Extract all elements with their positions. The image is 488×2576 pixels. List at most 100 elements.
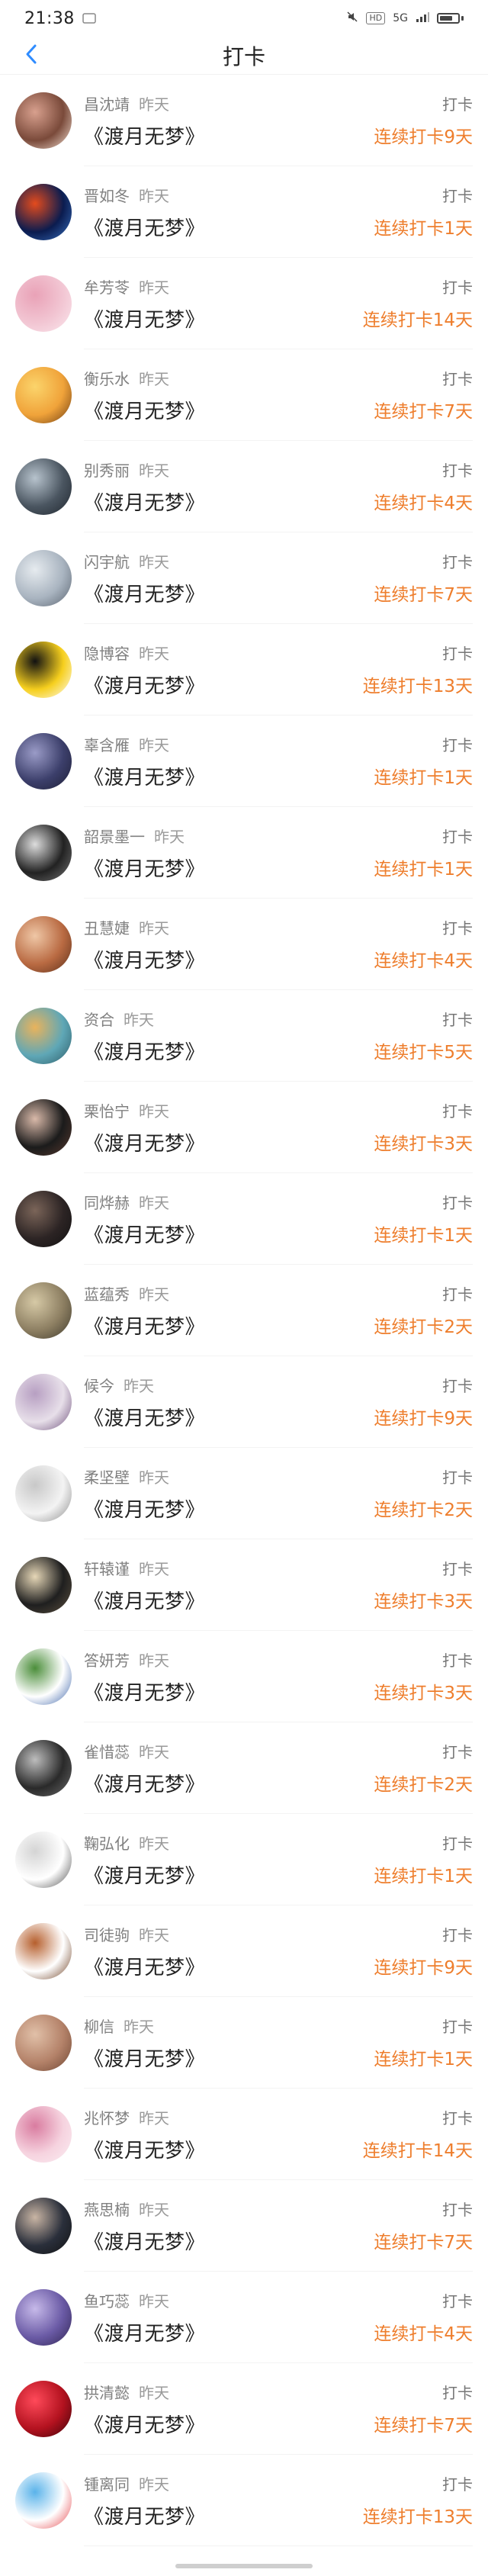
book-title[interactable]: 《渡月无梦》 <box>84 2135 363 2163</box>
user-name[interactable]: 鞠弘化 <box>84 1832 130 1854</box>
list-item[interactable]: 轩辕谨 昨天 《渡月无梦》 打卡 连续打卡3天 <box>0 1539 488 1631</box>
avatar[interactable] <box>15 275 72 332</box>
user-name[interactable]: 闪宇航 <box>84 550 130 572</box>
book-title[interactable]: 《渡月无梦》 <box>84 2318 374 2346</box>
list-item[interactable]: 栗怡宁 昨天 《渡月无梦》 打卡 连续打卡3天 <box>0 1082 488 1173</box>
list-item[interactable]: 柳信 昨天 《渡月无梦》 打卡 连续打卡1天 <box>0 1997 488 2089</box>
avatar[interactable] <box>15 916 72 973</box>
user-name[interactable]: 鱼巧蕊 <box>84 2289 130 2311</box>
book-title[interactable]: 《渡月无梦》 <box>84 1677 374 1706</box>
book-title[interactable]: 《渡月无梦》 <box>84 1128 374 1156</box>
list-item[interactable]: 隐博容 昨天 《渡月无梦》 打卡 连续打卡13天 <box>0 624 488 716</box>
avatar[interactable] <box>15 2198 72 2254</box>
avatar[interactable] <box>15 1374 72 1430</box>
list-item[interactable]: 蓝蕴秀 昨天 《渡月无梦》 打卡 连续打卡2天 <box>0 1265 488 1356</box>
avatar[interactable] <box>15 92 72 149</box>
avatar[interactable] <box>15 2015 72 2071</box>
avatar[interactable] <box>15 1465 72 1522</box>
avatar[interactable] <box>15 2381 72 2437</box>
book-title[interactable]: 《渡月无梦》 <box>84 1952 374 1980</box>
avatar[interactable] <box>15 1832 72 1888</box>
avatar[interactable] <box>15 550 72 606</box>
user-name[interactable]: 锺离同 <box>84 2472 130 2494</box>
book-title[interactable]: 《渡月无梦》 <box>84 1769 374 1797</box>
list-item[interactable]: 鱼巧蕊 昨天 《渡月无梦》 打卡 连续打卡4天 <box>0 2272 488 2363</box>
user-name[interactable]: 衡乐水 <box>84 367 130 389</box>
list-item[interactable]: 昌沈靖 昨天 《渡月无梦》 打卡 连续打卡9天 <box>0 75 488 166</box>
list-item[interactable]: 候今 昨天 《渡月无梦》 打卡 连续打卡9天 <box>0 1356 488 1448</box>
list-item[interactable]: 柔坚壁 昨天 《渡月无梦》 打卡 连续打卡2天 <box>0 1448 488 1539</box>
avatar[interactable] <box>15 1191 72 1247</box>
avatar[interactable] <box>15 184 72 240</box>
avatar[interactable] <box>15 1648 72 1705</box>
avatar[interactable] <box>15 367 72 423</box>
user-name[interactable]: 同烨赫 <box>84 1191 130 1213</box>
list-item[interactable]: 锺离同 昨天 《渡月无梦》 打卡 连续打卡13天 <box>0 2455 488 2546</box>
user-name[interactable]: 牟芳苓 <box>84 275 130 297</box>
user-name[interactable]: 轩辕谨 <box>84 1557 130 1579</box>
book-title[interactable]: 《渡月无梦》 <box>84 487 374 516</box>
avatar[interactable] <box>15 1282 72 1339</box>
book-title[interactable]: 《渡月无梦》 <box>84 1220 374 1248</box>
list-item[interactable]: 辜含雁 昨天 《渡月无梦》 打卡 连续打卡1天 <box>0 716 488 807</box>
list-item[interactable]: 晋如冬 昨天 《渡月无梦》 打卡 连续打卡1天 <box>0 166 488 258</box>
book-title[interactable]: 《渡月无梦》 <box>84 1403 374 1431</box>
back-button[interactable] <box>12 37 50 75</box>
avatar[interactable] <box>15 1740 72 1796</box>
book-title[interactable]: 《渡月无梦》 <box>84 2227 374 2255</box>
user-name[interactable]: 司徒驹 <box>84 1923 130 1945</box>
book-title[interactable]: 《渡月无梦》 <box>84 1311 374 1339</box>
user-name[interactable]: 柔坚壁 <box>84 1465 130 1487</box>
user-name[interactable]: 柳信 <box>84 2015 114 2037</box>
user-name[interactable]: 晋如冬 <box>84 184 130 206</box>
avatar[interactable] <box>15 1099 72 1156</box>
book-title[interactable]: 《渡月无梦》 <box>84 304 363 333</box>
user-name[interactable]: 蓝蕴秀 <box>84 1282 130 1304</box>
book-title[interactable]: 《渡月无梦》 <box>84 671 363 699</box>
list-item[interactable]: 韶景墨一 昨天 《渡月无梦》 打卡 连续打卡1天 <box>0 807 488 899</box>
user-name[interactable]: 辜含雁 <box>84 733 130 755</box>
list-item[interactable]: 答妍芳 昨天 《渡月无梦》 打卡 连续打卡3天 <box>0 1631 488 1722</box>
book-title[interactable]: 《渡月无梦》 <box>84 1586 374 1614</box>
book-title[interactable]: 《渡月无梦》 <box>84 1494 374 1523</box>
book-title[interactable]: 《渡月无梦》 <box>84 2501 363 2529</box>
list-item[interactable]: 鞠弘化 昨天 《渡月无梦》 打卡 连续打卡1天 <box>0 1814 488 1905</box>
book-title[interactable]: 《渡月无梦》 <box>84 854 374 882</box>
book-title[interactable]: 《渡月无梦》 <box>84 579 374 607</box>
user-name[interactable]: 隐博容 <box>84 642 130 664</box>
avatar[interactable] <box>15 1923 72 1979</box>
user-name[interactable]: 答妍芳 <box>84 1648 130 1671</box>
list-item[interactable]: 兆怀梦 昨天 《渡月无梦》 打卡 连续打卡14天 <box>0 2089 488 2180</box>
book-title[interactable]: 《渡月无梦》 <box>84 121 374 150</box>
book-title[interactable]: 《渡月无梦》 <box>84 762 374 790</box>
list-item[interactable]: 丑慧婕 昨天 《渡月无梦》 打卡 连续打卡4天 <box>0 899 488 990</box>
avatar[interactable] <box>15 825 72 881</box>
list-item[interactable]: 燕思楠 昨天 《渡月无梦》 打卡 连续打卡7天 <box>0 2180 488 2272</box>
user-name[interactable]: 兆怀梦 <box>84 2106 130 2128</box>
avatar[interactable] <box>15 1008 72 1064</box>
book-title[interactable]: 《渡月无梦》 <box>84 945 374 973</box>
user-name[interactable]: 拱清懿 <box>84 2381 130 2403</box>
user-name[interactable]: 候今 <box>84 1374 114 1396</box>
user-name[interactable]: 燕思楠 <box>84 2198 130 2220</box>
book-title[interactable]: 《渡月无梦》 <box>84 2044 374 2072</box>
book-title[interactable]: 《渡月无梦》 <box>84 396 374 424</box>
book-title[interactable]: 《渡月无梦》 <box>84 213 374 241</box>
user-name[interactable]: 栗怡宁 <box>84 1099 130 1121</box>
avatar[interactable] <box>15 642 72 698</box>
book-title[interactable]: 《渡月无梦》 <box>84 1860 374 1889</box>
book-title[interactable]: 《渡月无梦》 <box>84 2410 374 2438</box>
avatar[interactable] <box>15 2472 72 2529</box>
list-item[interactable]: 闪宇航 昨天 《渡月无梦》 打卡 连续打卡7天 <box>0 532 488 624</box>
user-name[interactable]: 雀惜蕊 <box>84 1740 130 1762</box>
list-item[interactable]: 衡乐水 昨天 《渡月无梦》 打卡 连续打卡7天 <box>0 349 488 441</box>
list-item[interactable]: 司徒驹 昨天 《渡月无梦》 打卡 连续打卡9天 <box>0 1905 488 1997</box>
list-item[interactable]: 同烨赫 昨天 《渡月无梦》 打卡 连续打卡1天 <box>0 1173 488 1265</box>
book-title[interactable]: 《渡月无梦》 <box>84 1037 374 1065</box>
list-item[interactable]: 雀惜蕊 昨天 《渡月无梦》 打卡 连续打卡2天 <box>0 1722 488 1814</box>
list-item[interactable]: 别秀丽 昨天 《渡月无梦》 打卡 连续打卡4天 <box>0 441 488 532</box>
avatar[interactable] <box>15 733 72 790</box>
list-item[interactable]: 拱清懿 昨天 《渡月无梦》 打卡 连续打卡7天 <box>0 2363 488 2455</box>
list-item[interactable]: 资合 昨天 《渡月无梦》 打卡 连续打卡5天 <box>0 990 488 1082</box>
user-name[interactable]: 资合 <box>84 1008 114 1030</box>
